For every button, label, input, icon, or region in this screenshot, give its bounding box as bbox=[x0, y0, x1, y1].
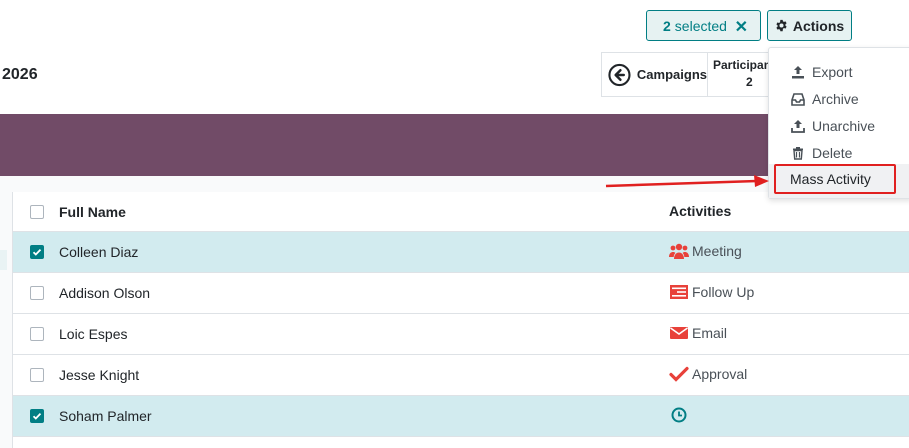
row-full-name: Jesse Knight bbox=[59, 367, 140, 383]
row-checkbox[interactable] bbox=[30, 327, 44, 341]
select-all-checkbox[interactable] bbox=[30, 205, 44, 219]
table-row[interactable]: Addison Olson Follow Up bbox=[13, 273, 909, 314]
table-row[interactable]: Colleen Diaz Meeting bbox=[13, 232, 909, 273]
row-checkbox[interactable] bbox=[30, 245, 44, 259]
menu-item-label: Export bbox=[812, 63, 853, 80]
table-row[interactable]: Loic Espes Email bbox=[13, 314, 909, 355]
activity-label: Follow Up bbox=[692, 284, 755, 300]
campaigns-smart-button[interactable]: Campaigns bbox=[602, 53, 708, 96]
participants-label: Participan bbox=[713, 58, 772, 72]
upload-icon bbox=[791, 119, 805, 133]
selection-indicator: 2 selected ✕ bbox=[646, 10, 761, 41]
selected-label: selected bbox=[674, 17, 727, 34]
row-full-name: Loic Espes bbox=[59, 326, 128, 342]
menu-item-label: Delete bbox=[812, 144, 853, 161]
table-row[interactable]: Soham Palmer bbox=[13, 396, 909, 437]
row-activity[interactable] bbox=[669, 407, 692, 423]
menu-item-mass-activity[interactable]: Mass Activity bbox=[774, 164, 896, 194]
menu-item-export[interactable]: Export bbox=[769, 58, 909, 85]
column-header-activities[interactable]: Activities bbox=[669, 203, 731, 219]
trash-icon bbox=[793, 146, 803, 160]
inbox-icon bbox=[791, 92, 805, 106]
activity-label: Meeting bbox=[692, 243, 742, 259]
menu-item-label: Archive bbox=[812, 90, 859, 107]
selected-count: 2 bbox=[663, 17, 671, 34]
row-checkbox[interactable] bbox=[30, 368, 44, 382]
actions-label: Actions bbox=[792, 17, 845, 34]
menu-item-label: Mass Activity bbox=[790, 171, 871, 187]
tasks-icon bbox=[670, 285, 688, 299]
row-checkbox[interactable] bbox=[30, 286, 44, 300]
row-activity[interactable]: Approval bbox=[669, 366, 747, 382]
arrow-circle-left-icon bbox=[608, 63, 631, 86]
clock-icon bbox=[671, 407, 687, 423]
table-row[interactable]: Jesse Knight Approval bbox=[13, 355, 909, 396]
upload-icon bbox=[792, 65, 804, 78]
column-header-full-name[interactable]: Full Name bbox=[59, 204, 126, 220]
row-activity[interactable]: Follow Up bbox=[669, 284, 754, 300]
actions-button[interactable]: Actions bbox=[767, 10, 852, 41]
sidebar-edge bbox=[0, 250, 7, 270]
table-row[interactable] bbox=[13, 437, 909, 448]
row-full-name: Colleen Diaz bbox=[59, 244, 139, 260]
row-full-name: Addison Olson bbox=[59, 285, 151, 301]
actions-dropdown-menu: Export Archive Unarchive Delete Mass Act… bbox=[768, 47, 909, 199]
check-icon bbox=[669, 366, 689, 382]
gear-icon bbox=[776, 19, 787, 32]
activity-label: Email bbox=[692, 325, 728, 341]
clear-selection-icon[interactable]: ✕ bbox=[735, 17, 748, 37]
row-checkbox[interactable] bbox=[30, 409, 44, 423]
menu-item-delete[interactable]: Delete bbox=[769, 139, 909, 166]
activity-label: Approval bbox=[692, 366, 748, 382]
menu-item-unarchive[interactable]: Unarchive bbox=[769, 112, 909, 139]
row-full-name: Soham Palmer bbox=[59, 408, 152, 424]
users-icon bbox=[669, 243, 689, 259]
page-title: 2026 bbox=[2, 66, 38, 83]
menu-item-archive[interactable]: Archive bbox=[769, 85, 909, 112]
menu-item-label: Unarchive bbox=[812, 117, 876, 134]
row-activity[interactable]: Email bbox=[669, 325, 727, 341]
row-activity[interactable]: Meeting bbox=[669, 243, 742, 259]
envelope-icon bbox=[670, 327, 688, 339]
campaigns-label: Campaigns bbox=[636, 67, 707, 82]
